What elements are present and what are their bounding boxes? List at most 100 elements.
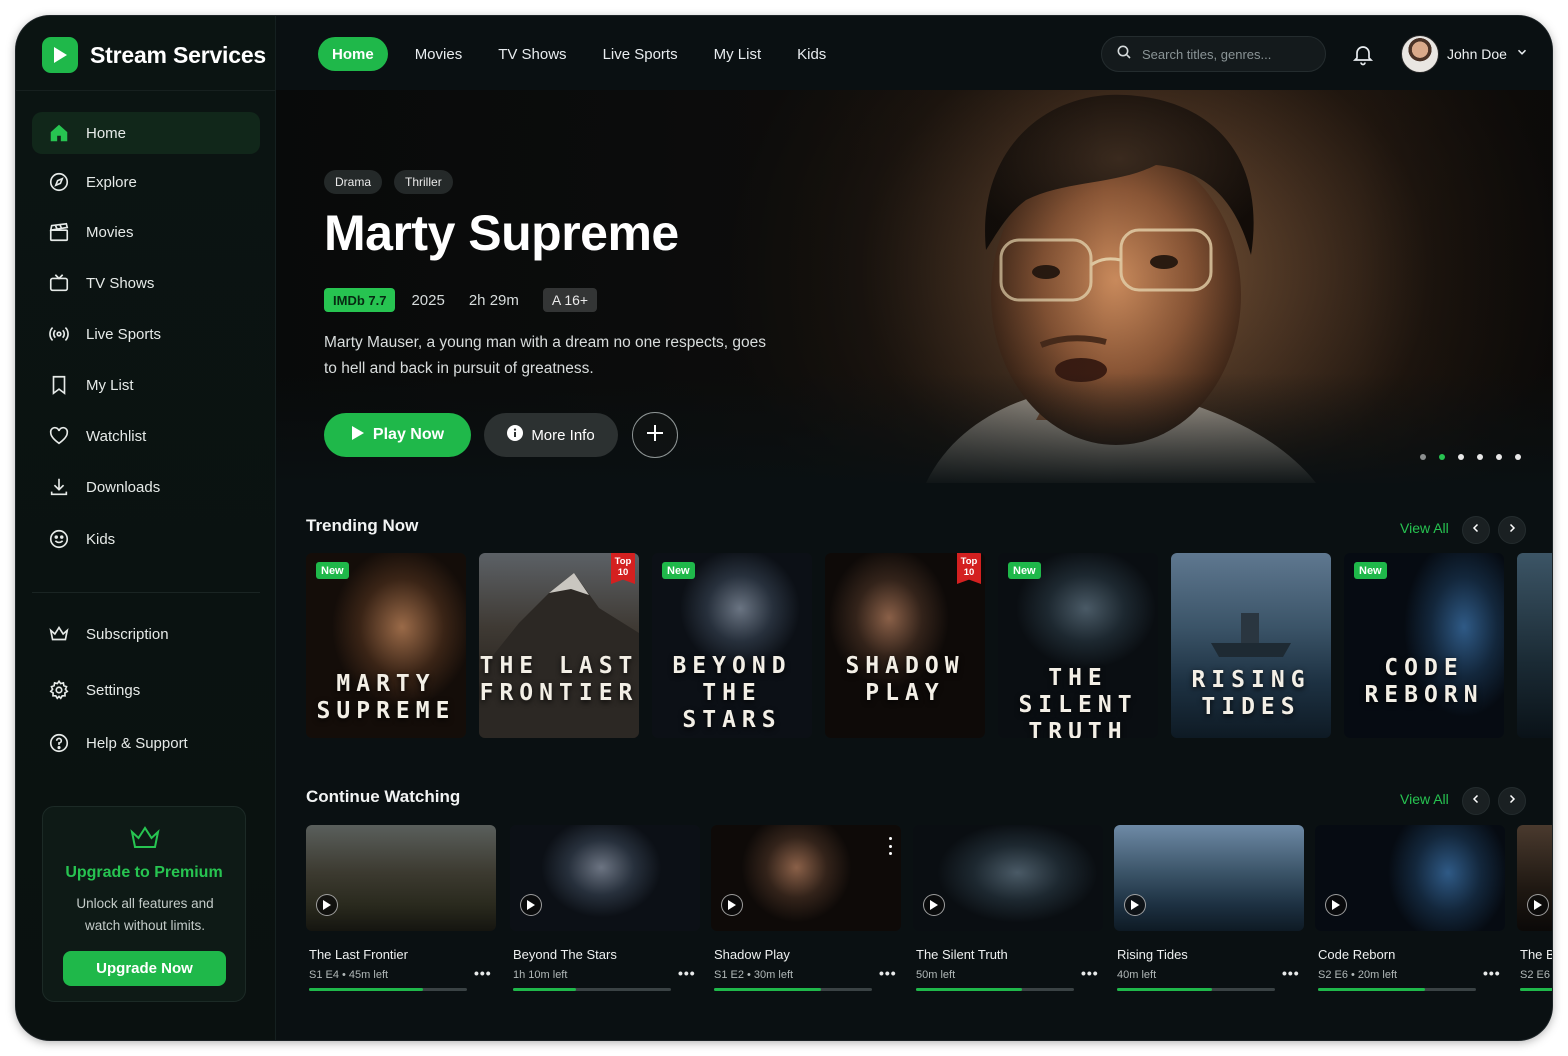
card-meta: S1 E4 • 45m left: [309, 969, 389, 981]
sidebar-item-label: Explore: [86, 173, 137, 191]
bookmark-icon: [48, 374, 70, 396]
play-icon[interactable]: [1325, 894, 1347, 916]
poster-card[interactable]: RISING TIDES: [1171, 553, 1331, 738]
sidebar-nav: Home Explore Movies TV Shows Live Sports…: [32, 112, 260, 560]
bell-icon[interactable]: [1351, 42, 1375, 66]
poster-title: THE LAST FRONTIER: [479, 653, 639, 706]
play-now-button[interactable]: Play Now: [324, 413, 471, 457]
slide-dot[interactable]: [1477, 454, 1483, 460]
new-badge: New: [316, 562, 349, 579]
scroll-left-button[interactable]: [1462, 787, 1490, 815]
thumbnail[interactable]: [1114, 825, 1304, 931]
continue-card[interactable]: The BS2 E6•••: [1517, 825, 1552, 991]
play-icon[interactable]: [1527, 894, 1549, 916]
more-options-icon[interactable]: •••: [1081, 965, 1099, 981]
thumbnail[interactable]: [1517, 825, 1552, 931]
sidebar-item-watchlist[interactable]: Watchlist: [32, 415, 260, 457]
sidebar-item-kids[interactable]: Kids: [32, 518, 260, 560]
age-rating-badge: A 16+: [542, 288, 598, 312]
continue-card[interactable]: Rising Tides 40m left •••: [1114, 825, 1304, 991]
tab-home[interactable]: Home: [318, 37, 388, 71]
sidebar-item-tv-shows[interactable]: TV Shows: [32, 262, 260, 304]
sidebar-item-home[interactable]: Home: [32, 112, 260, 154]
broadcast-icon: [48, 323, 70, 345]
plus-icon: [646, 424, 664, 447]
more-options-icon[interactable]: •••: [1282, 965, 1300, 981]
thumbnail[interactable]: [510, 825, 700, 931]
poster-card[interactable]: Top 10 THE LAST FRONTIER: [479, 553, 639, 738]
sidebar-item-explore[interactable]: Explore: [32, 161, 260, 203]
poster-card[interactable]: New MARTY SUPREME: [306, 553, 466, 738]
progress-bar: [1117, 988, 1275, 991]
play-icon[interactable]: [1124, 894, 1146, 916]
sidebar-item-movies[interactable]: Movies: [32, 211, 260, 253]
more-options-icon[interactable]: •••: [879, 965, 897, 981]
slide-dot[interactable]: [1458, 454, 1464, 460]
app-window: Stream Services Home Explore Movies TV S…: [16, 16, 1552, 1040]
sidebar-item-downloads[interactable]: Downloads: [32, 466, 260, 508]
poster-card[interactable]: Top 10 SHADOW PLAY: [825, 553, 985, 738]
play-icon[interactable]: [316, 894, 338, 916]
tab-movies[interactable]: Movies: [398, 37, 480, 71]
genre-tag[interactable]: Drama: [324, 170, 383, 194]
poster-card[interactable]: New CODE REBORN: [1344, 553, 1504, 738]
add-to-list-button[interactable]: [632, 412, 678, 458]
continue-card[interactable]: Code Reborn S2 E6 • 20m left •••: [1315, 825, 1505, 991]
sidebar-item-label: Downloads: [86, 478, 161, 496]
thumbnail[interactable]: [1315, 825, 1505, 931]
release-year: 2025: [411, 291, 445, 309]
poster-card[interactable]: New THE SILENT TRUTH: [998, 553, 1158, 738]
top-nav: Home Movies TV Shows Live Sports My List…: [318, 37, 845, 71]
scroll-left-button[interactable]: [1462, 516, 1490, 544]
more-options-icon[interactable]: •••: [678, 965, 696, 981]
slide-dot[interactable]: [1515, 454, 1521, 460]
thumbnail[interactable]: [913, 825, 1103, 931]
more-vertical-icon[interactable]: [887, 837, 893, 855]
slide-dot[interactable]: [1439, 454, 1445, 460]
continue-card[interactable]: The Silent Truth 50m left •••: [913, 825, 1103, 991]
sidebar-item-label: Live Sports: [86, 325, 162, 343]
tv-icon: [48, 272, 70, 294]
slide-dot[interactable]: [1496, 454, 1502, 460]
more-options-icon[interactable]: •••: [1483, 965, 1501, 981]
play-icon[interactable]: [520, 894, 542, 916]
play-icon[interactable]: [923, 894, 945, 916]
more-info-button[interactable]: More Info: [484, 413, 618, 457]
thumbnail[interactable]: [711, 825, 901, 931]
poster-card[interactable]: S T: [1517, 553, 1552, 738]
continue-card[interactable]: Shadow Play S1 E2 • 30m left •••: [711, 825, 901, 991]
sidebar-item-live-sports[interactable]: Live Sports: [32, 313, 260, 355]
tab-live-sports[interactable]: Live Sports: [586, 37, 695, 71]
continue-card[interactable]: Beyond The Stars 1h 10m left •••: [510, 825, 700, 991]
more-options-icon[interactable]: •••: [474, 965, 492, 981]
tab-my-list[interactable]: My List: [697, 37, 779, 71]
continue-card[interactable]: The Last Frontier S1 E4 • 45m left •••: [306, 825, 496, 991]
search-input[interactable]: [1142, 46, 1312, 62]
tab-kids[interactable]: Kids: [780, 37, 843, 71]
sidebar-item-settings[interactable]: Settings: [32, 669, 260, 711]
tab-tv-shows[interactable]: TV Shows: [481, 37, 583, 71]
brand[interactable]: Stream Services: [42, 36, 266, 74]
card-title: Shadow Play: [714, 947, 790, 962]
progress-bar: [513, 988, 671, 991]
sidebar-item-subscription[interactable]: Subscription: [32, 613, 260, 655]
user-menu[interactable]: John Doe: [1401, 35, 1529, 73]
promo-title: Upgrade to Premium: [65, 864, 223, 881]
view-all-link[interactable]: View All: [1400, 520, 1449, 536]
chevron-right-icon: [1506, 792, 1518, 810]
play-icon[interactable]: [721, 894, 743, 916]
poster-card[interactable]: New BEYOND THE STARS: [652, 553, 812, 738]
scroll-right-button[interactable]: [1498, 787, 1526, 815]
promo-text: Unlock all features and watch without li…: [76, 896, 214, 933]
scroll-right-button[interactable]: [1498, 516, 1526, 544]
slide-dot[interactable]: [1420, 454, 1426, 460]
divider: [16, 90, 276, 91]
upgrade-now-button[interactable]: Upgrade Now: [63, 951, 226, 986]
genre-tag[interactable]: Thriller: [394, 170, 453, 194]
view-all-link[interactable]: View All: [1400, 791, 1449, 807]
sidebar-item-help-support[interactable]: Help & Support: [32, 722, 260, 764]
new-badge: New: [662, 562, 695, 579]
thumbnail[interactable]: [306, 825, 496, 931]
sidebar-item-my-list[interactable]: My List: [32, 364, 260, 406]
card-title: The B: [1520, 947, 1552, 962]
